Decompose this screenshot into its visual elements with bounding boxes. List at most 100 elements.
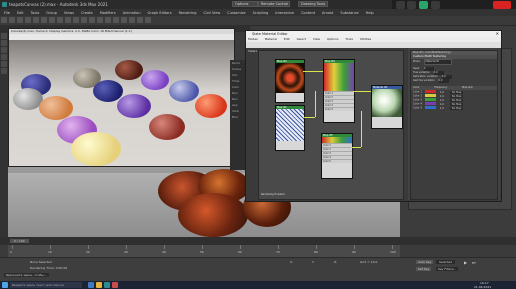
timeline-tick <box>126 245 127 249</box>
key-filters-button[interactable]: Key Filters... <box>436 267 459 271</box>
menu-content[interactable]: Content <box>301 11 315 15</box>
selection-status: None Selected <box>30 260 52 264</box>
menu-help[interactable]: Help <box>366 11 374 15</box>
menu-interactive[interactable]: Interactive <box>275 11 294 15</box>
taskbar-app-icon[interactable] <box>112 282 118 288</box>
node-slot[interactable]: Color 5 <box>324 107 354 111</box>
taskbar-app-icon[interactable] <box>96 282 102 288</box>
select-by-name-icon[interactable] <box>41 17 47 23</box>
node-wire <box>315 91 316 117</box>
workspace-options-dropdown[interactable]: Options <box>232 1 258 7</box>
record-button[interactable] <box>493 1 511 9</box>
sme-menu-edit[interactable]: Edit <box>284 37 290 41</box>
set-key-button[interactable]: Set Key <box>416 267 432 271</box>
drawing-tools-dropdown[interactable]: Drawing Tools <box>298 1 328 7</box>
close-icon[interactable]: ✕ <box>496 31 499 37</box>
menu-graph-editors[interactable]: Graph Editors <box>148 11 172 15</box>
app-icon <box>2 2 7 7</box>
color-swatch[interactable] <box>424 94 436 97</box>
node-slot[interactable]: Color 5 <box>322 159 352 163</box>
menu-file[interactable]: File <box>4 11 10 15</box>
sme-menu-select[interactable]: Select <box>297 37 306 41</box>
menu-rendering[interactable]: Rendering <box>179 11 197 15</box>
menu-substance[interactable]: Substance <box>340 11 358 15</box>
menu-modifiers[interactable]: Modifiers <box>100 11 116 15</box>
color-map-slot[interactable]: No Map <box>449 106 464 110</box>
maxscript-listener[interactable]: Щелкните здесь, чтобы... <box>4 273 49 277</box>
sme-menu-view[interactable]: View <box>313 37 320 41</box>
scale-icon[interactable] <box>65 17 71 23</box>
node-map5[interactable]: Map #5 Color 1 Color 2 Color 3 Color 4 C… <box>321 133 353 179</box>
curve-editor-icon[interactable] <box>113 17 119 23</box>
render-setup-icon[interactable] <box>129 17 135 23</box>
unlink-icon[interactable] <box>25 17 31 23</box>
timeline-tick-label: 0 <box>10 250 12 254</box>
auto-key-button[interactable]: Auto Key <box>416 260 434 264</box>
music-icon[interactable] <box>407 1 416 9</box>
render-frame-icon[interactable] <box>137 17 143 23</box>
node-map4[interactable]: Map #4 Color 1 Color 2 Color 3 Color 4 C… <box>323 59 355 123</box>
taskbar-app-icon[interactable] <box>88 282 94 288</box>
play-icon[interactable]: ▶ <box>464 260 467 265</box>
material-editor-icon[interactable] <box>121 17 127 23</box>
motion-icon[interactable] <box>1 54 7 60</box>
mode-dropdown[interactable]: Material ID <box>424 59 453 65</box>
node-map2[interactable]: Map #2 <box>275 59 305 103</box>
align-icon[interactable] <box>97 17 103 23</box>
node-material[interactable]: Material #1 <box>371 85 403 129</box>
menu-create[interactable]: Create <box>81 11 93 15</box>
utilities-icon[interactable] <box>1 68 7 74</box>
rendered-image <box>9 40 234 166</box>
node-map1[interactable]: Map #1 <box>275 105 305 151</box>
mic-icon[interactable] <box>419 1 428 9</box>
menu-customize[interactable]: Customize <box>227 11 245 15</box>
track-bar[interactable]: 0 10 20 30 40 50 60 70 80 90 100 <box>8 245 400 257</box>
next-frame-icon[interactable]: ⏭ <box>472 260 476 265</box>
node-view[interactable]: Map #2 Map #1 Map #4 Color 1 Color 2 Col… <box>258 50 404 200</box>
color-swatch[interactable] <box>424 90 436 93</box>
menu-arnold[interactable]: Arnold <box>322 11 333 15</box>
taskbar-app-icon[interactable] <box>104 282 110 288</box>
menu-animation[interactable]: Animation <box>123 11 141 15</box>
modify-icon[interactable] <box>1 40 7 46</box>
windows-start-icon[interactable] <box>2 282 8 288</box>
move-icon[interactable] <box>49 17 55 23</box>
camera-icon[interactable] <box>396 1 405 9</box>
angle-snap-icon[interactable] <box>81 17 87 23</box>
sme-menu-material[interactable]: Material <box>265 37 277 41</box>
sme-menu-options[interactable]: Options <box>327 37 339 41</box>
selected-dropdown[interactable]: Selected <box>436 260 456 264</box>
redo-icon[interactable] <box>9 17 15 23</box>
time-slider[interactable]: 0 / 100 <box>0 237 516 245</box>
menu-edit[interactable]: Edit <box>17 11 24 15</box>
menu-views[interactable]: Views <box>64 11 74 15</box>
color-swatch[interactable] <box>424 98 436 101</box>
display-icon[interactable] <box>1 61 7 67</box>
render-icon[interactable] <box>145 17 151 23</box>
sme-menu-tools[interactable]: Tools <box>346 37 353 41</box>
link-icon[interactable] <box>17 17 23 23</box>
color-swatch[interactable] <box>424 106 436 109</box>
mirror-icon[interactable] <box>89 17 95 23</box>
color-swatch[interactable] <box>424 102 436 105</box>
menu-scripting[interactable]: Scripting <box>253 11 269 15</box>
sme-menu-utilities[interactable]: Utilities <box>360 37 371 41</box>
webcam-icon[interactable] <box>431 1 440 9</box>
sme-menu-modes[interactable]: Modes <box>248 37 258 41</box>
hierarchy-icon[interactable] <box>1 47 7 53</box>
menu-civil-view[interactable]: Civil View <box>203 11 220 15</box>
create-icon[interactable] <box>1 33 7 39</box>
node-wire <box>303 117 315 118</box>
taskbar-search-input[interactable]: Введите здесь текст для поиска <box>10 282 82 288</box>
gamma-spinner[interactable]: 0,0 <box>438 79 449 83</box>
snap-icon[interactable] <box>73 17 79 23</box>
layer-icon[interactable] <box>105 17 111 23</box>
menu-group[interactable]: Group <box>46 11 57 15</box>
color-frequency[interactable]: 1,0 <box>440 107 444 110</box>
menu-tools[interactable]: Tools <box>31 11 40 15</box>
rotate-icon[interactable] <box>57 17 63 23</box>
material-sphere-preview <box>372 89 402 117</box>
select-icon[interactable] <box>33 17 39 23</box>
remote-control-dropdown[interactable]: Remote Control <box>258 1 290 7</box>
undo-icon[interactable] <box>1 17 7 23</box>
